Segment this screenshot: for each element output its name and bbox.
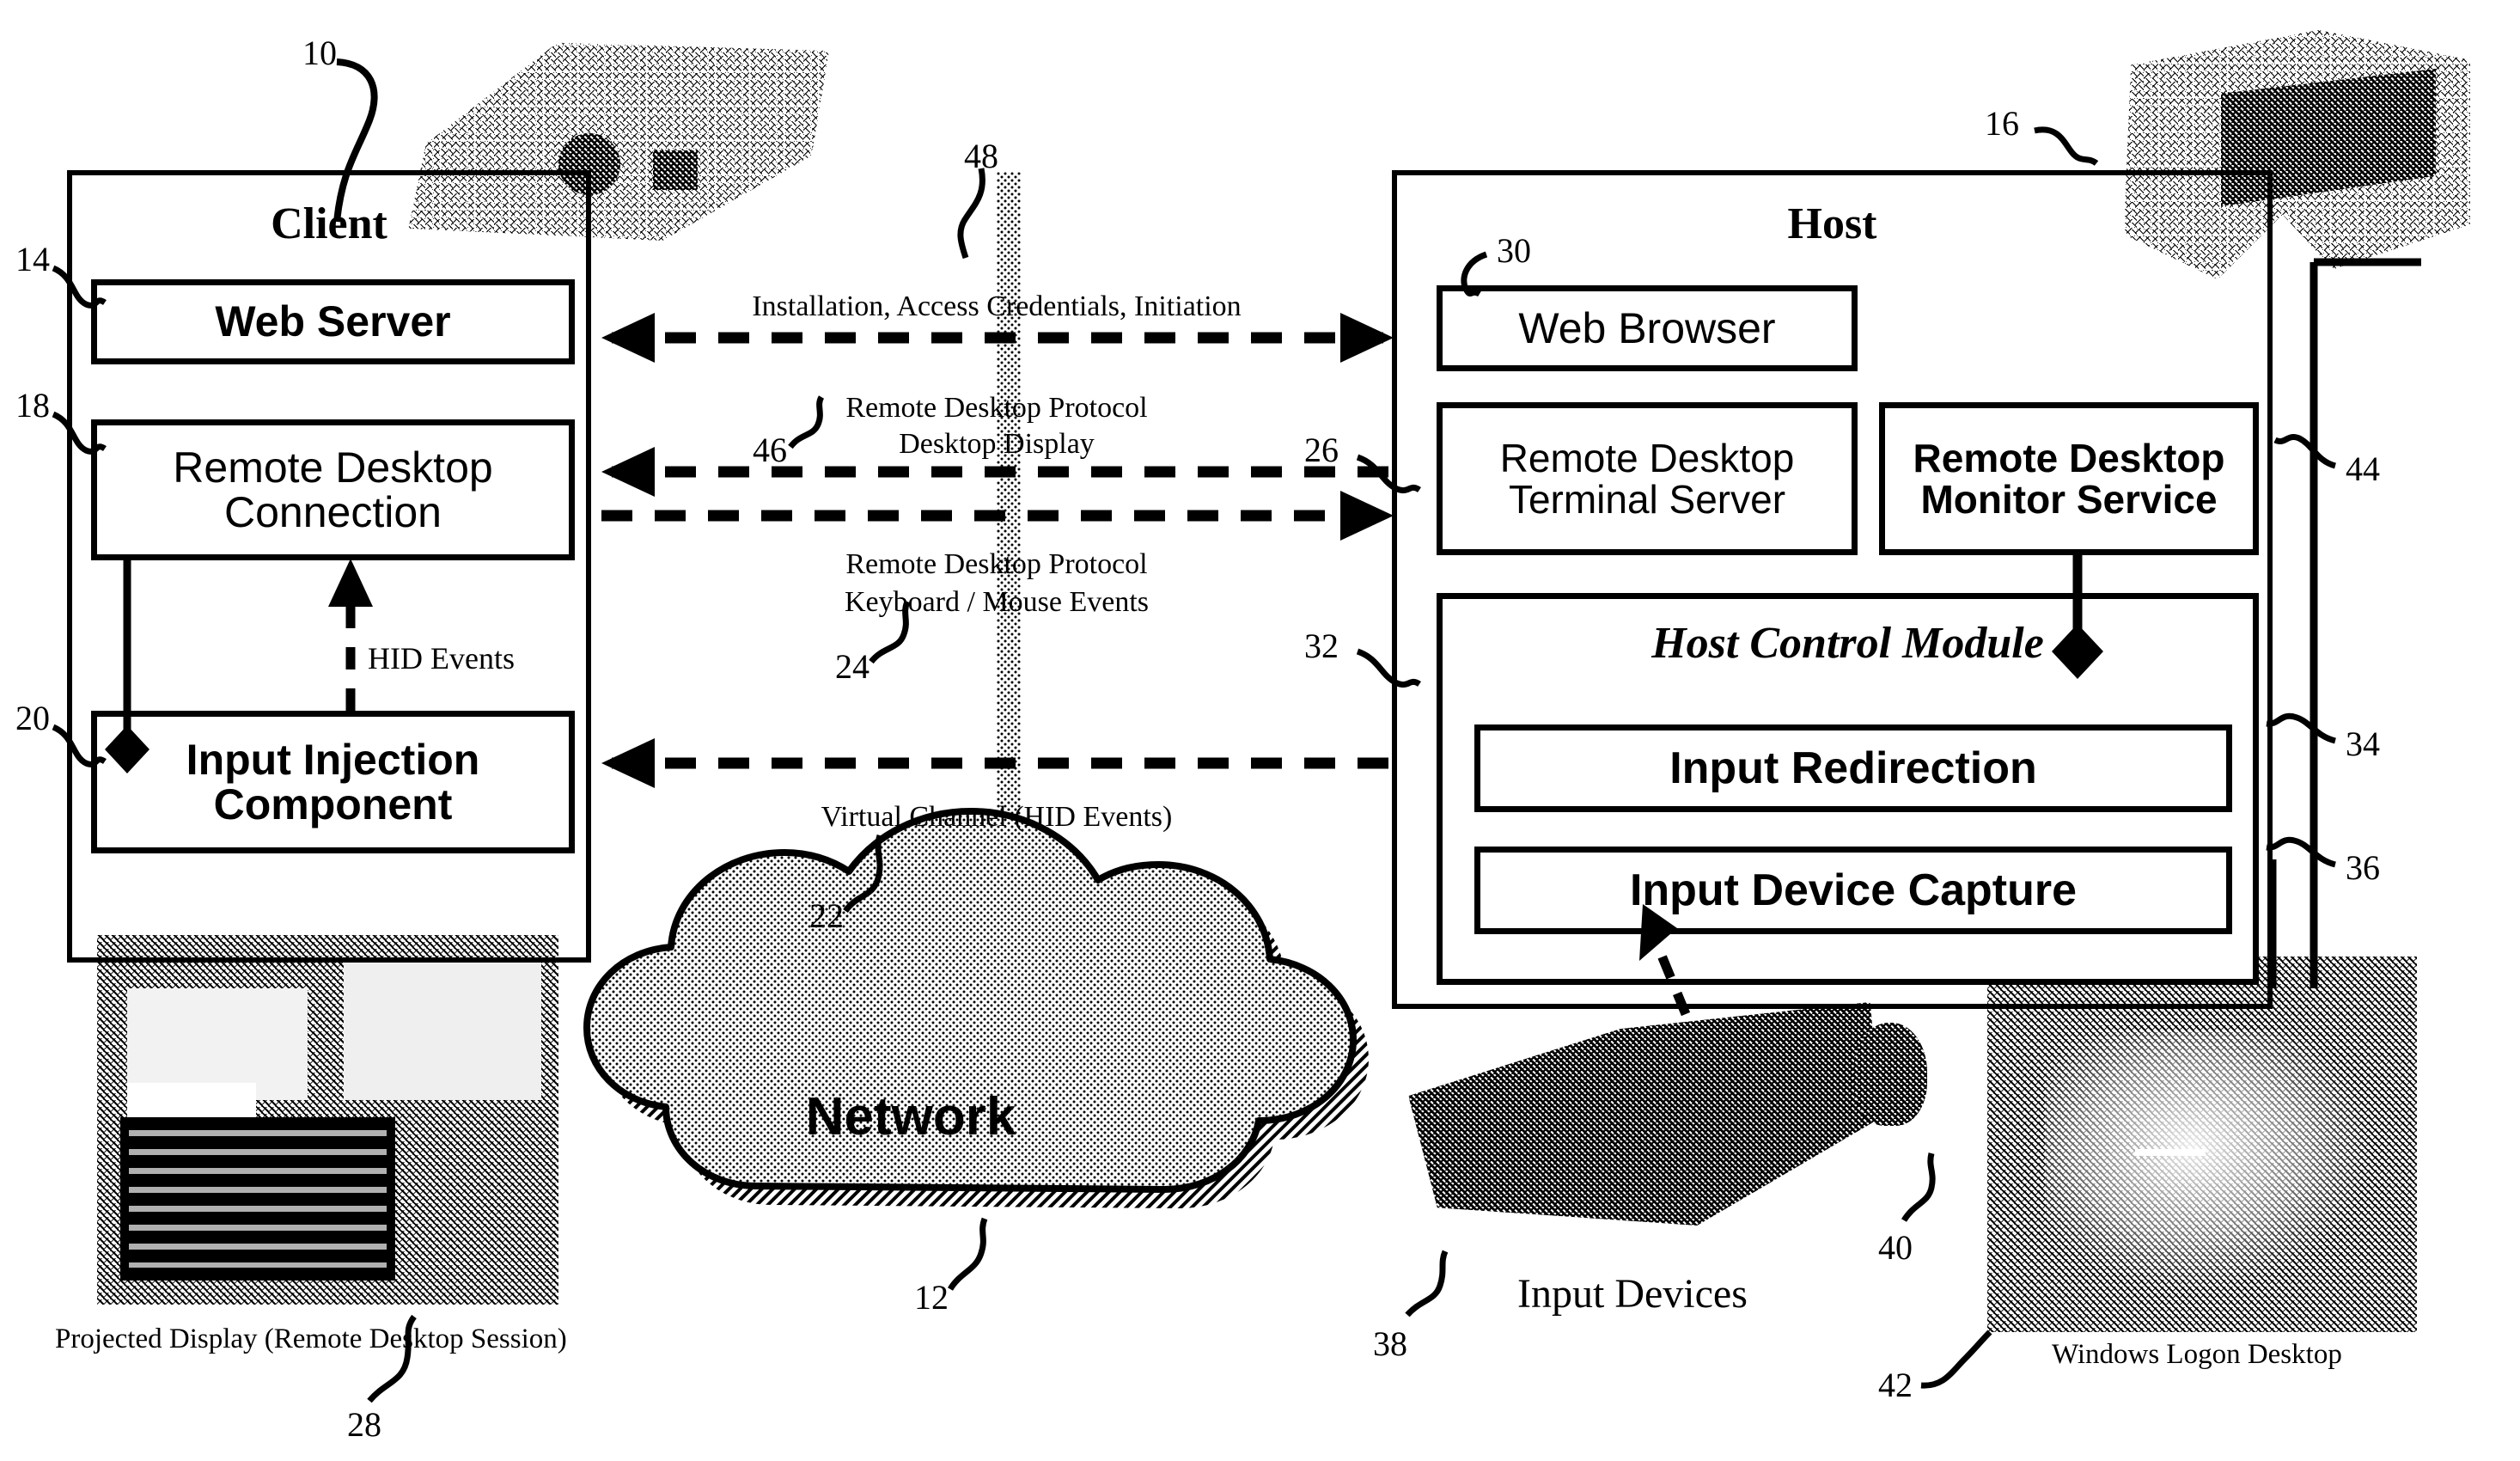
host-block-web-browser[interactable]: Web Browser [1437, 285, 1858, 371]
ref-46: 46 [753, 431, 787, 469]
flow-label-virtual-channel: Virtual Channel (HID Events) [821, 801, 1173, 833]
flow-label-rdp-kbmouse-line2: Keyboard / Mouse Events [844, 586, 1150, 618]
projector-button-icon [653, 150, 698, 190]
client-block-remote-desktop-connection[interactable]: Remote Desktop Connection [91, 419, 575, 560]
ref-36: 36 [2346, 848, 2380, 887]
host-block-input-device-capture-label: Input Device Capture [1629, 865, 2078, 915]
projected-display-caption: Projected Display (Remote Desktop Sessio… [55, 1323, 567, 1354]
ref-16: 16 [1985, 104, 2019, 143]
ref-42: 42 [1878, 1366, 1913, 1404]
ref-10: 10 [302, 34, 337, 72]
ref-26: 26 [1304, 431, 1339, 469]
host-block-input-device-capture[interactable]: Input Device Capture [1474, 847, 2232, 934]
ref-40: 40 [1878, 1228, 1913, 1267]
ref-14: 14 [15, 240, 50, 278]
flow-label-rdp-kbmouse-line1: Remote Desktop Protocol [845, 548, 1148, 580]
ref-18: 18 [15, 386, 50, 425]
ref-24: 24 [835, 647, 869, 686]
host-block-monitor-service[interactable]: Remote Desktop Monitor Service [1879, 402, 2259, 555]
host-block-web-browser-label: Web Browser [1518, 303, 1776, 352]
figure-canvas: Client Web Server Remote Desktop Connect… [0, 0, 2520, 1461]
client-block-web-server[interactable]: Web Server [91, 279, 575, 364]
ref-48: 48 [964, 137, 998, 175]
windows-logon-bar [2135, 1149, 2206, 1156]
host-block-input-redirection-label: Input Redirection [1669, 743, 2037, 793]
client-block-input-injection-component[interactable]: Input Injection Component [91, 711, 575, 853]
flow-label-rdp-display-line1: Remote Desktop Protocol [845, 392, 1148, 424]
client-block-remote-desktop-connection-label: Remote Desktop Connection [173, 443, 493, 536]
ref-44: 44 [2346, 449, 2380, 488]
network-label: Network [805, 1087, 1016, 1147]
host-block-monitor-service-label: Remote Desktop Monitor Service [1913, 435, 2225, 522]
windows-logon-desktop-caption: Windows Logon Desktop [2052, 1339, 2342, 1370]
host-block-terminal-server[interactable]: Remote Desktop Terminal Server [1437, 402, 1858, 555]
flow-label-installation: Installation, Access Credentials, Initia… [752, 290, 1242, 322]
ref-12: 12 [914, 1278, 949, 1317]
ref-22: 22 [809, 896, 844, 935]
projected-display-window-2 [344, 963, 541, 1100]
ref-20: 20 [15, 699, 50, 737]
client-block-web-server-label: Web Server [215, 297, 451, 346]
ref-32: 32 [1304, 627, 1339, 665]
client-hid-events-label: HID Events [368, 641, 515, 675]
keyboard-icon [1408, 1002, 1880, 1226]
input-devices-caption: Input Devices [1517, 1271, 1748, 1317]
flow-label-rdp-display-line2: Desktop Display [899, 428, 1095, 460]
client-block-input-injection-component-label: Input Injection Component [186, 735, 480, 828]
host-control-module-label: Host Control Module [1651, 618, 2044, 668]
client-title: Client [271, 199, 387, 248]
host-block-input-redirection[interactable]: Input Redirection [1474, 724, 2232, 812]
mouse-icon [1853, 1023, 1927, 1126]
projected-display-terminal-text [129, 1130, 387, 1268]
ref-28: 28 [347, 1405, 381, 1444]
ref-30: 30 [1497, 231, 1531, 270]
host-block-terminal-server-label: Remote Desktop Terminal Server [1499, 435, 1795, 522]
ref-34: 34 [2346, 724, 2380, 763]
ref-38: 38 [1373, 1324, 1407, 1363]
windows-logon-glow [2045, 1031, 2371, 1289]
